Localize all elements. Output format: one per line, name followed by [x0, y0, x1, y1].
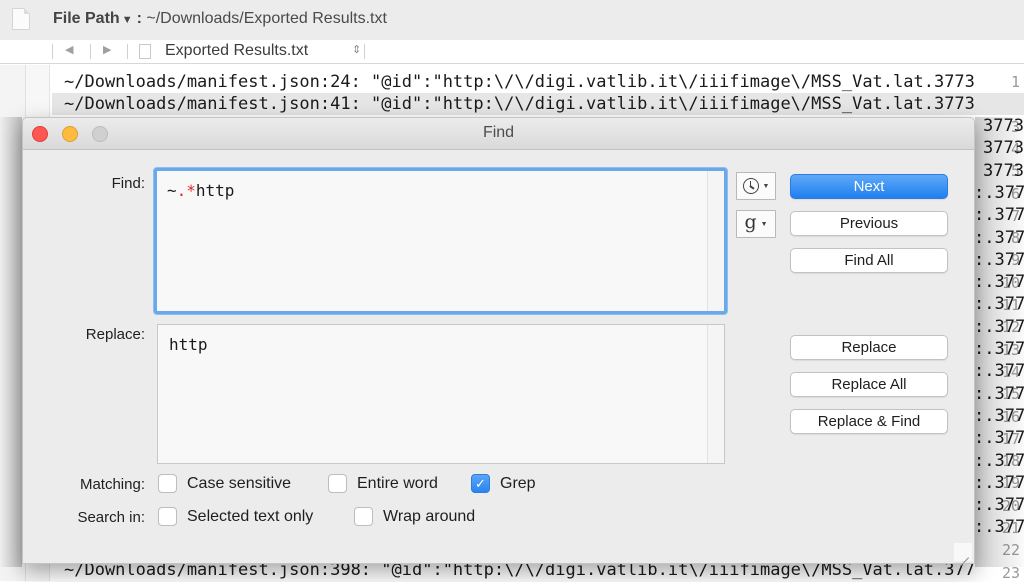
code-line-fragment: :.377 [974, 205, 1024, 226]
file-path-value: ~/Downloads/Exported Results.txt [146, 10, 387, 27]
code-line-fragment: :.377 [974, 495, 1024, 516]
selected-text-only-checkbox[interactable]: Selected text only [158, 507, 313, 526]
navigation-bar: ◀ ▶ Exported Results.txt ⇕ [0, 40, 1024, 64]
code-line-fragment: :.377 [974, 450, 1024, 471]
checkbox-label: Entire word [357, 474, 438, 492]
find-value-metachar: .* [176, 181, 196, 200]
previous-button[interactable]: Previous [790, 211, 948, 236]
find-all-button[interactable]: Find All [790, 248, 948, 273]
file-path-label: File Path [53, 10, 120, 27]
checkbox-label: Wrap around [383, 507, 476, 525]
clock-icon [742, 178, 759, 194]
code-line-fragment: :.377 [974, 339, 1024, 359]
code-line-fragment: 3773 [983, 160, 1024, 181]
line-number: 23 [1001, 563, 1020, 582]
code-line-fragment: :.377 [974, 294, 1024, 315]
code-line[interactable]: ~/Downloads/manifest.json:24: "@id":"htt… [64, 71, 975, 93]
replace-all-button[interactable]: Replace All [790, 372, 948, 397]
chevron-down-icon: ▼ [760, 220, 768, 228]
document-menu[interactable]: Exported Results.txt [165, 42, 308, 60]
replace-value: http [169, 335, 208, 354]
find-value: ~.*http [167, 181, 234, 200]
checkbox-label: Grep [500, 474, 536, 492]
document-icon [12, 8, 30, 30]
divider [52, 44, 53, 59]
grep-checkbox[interactable]: ✓ Grep [471, 474, 536, 493]
replace-field[interactable]: http [157, 324, 725, 464]
case-sensitive-checkbox[interactable]: Case sensitive [158, 474, 291, 493]
dialog-title: Find [482, 124, 515, 141]
file-path-bar: File Path ▼: ~/Downloads/Exported Results… [0, 0, 1024, 40]
code-line-fragment: :.377 [974, 405, 1024, 426]
code-line-fragment: :.377 [974, 316, 1024, 337]
find-field[interactable]: ~.*http [154, 168, 727, 314]
divider [90, 44, 91, 59]
checkbox-label: Selected text only [187, 507, 314, 525]
line-number: 22 [1001, 541, 1020, 560]
grep-pattern-icon: g [744, 211, 757, 233]
code-line-fragment: 3773 [983, 116, 1024, 136]
replace-and-find-button[interactable]: Replace & Find [790, 409, 948, 434]
divider [127, 44, 128, 59]
code-line-fragment: :.377 [974, 249, 1024, 270]
chevron-down-icon[interactable]: ▼ [122, 14, 133, 26]
chevron-down-icon: ▼ [762, 182, 770, 190]
find-label: Find: [111, 175, 145, 192]
checkbox[interactable] [158, 474, 177, 493]
document-icon [139, 44, 151, 59]
code-line-fragment: :.377 [974, 272, 1024, 293]
code-line-fragment: :.377 [974, 361, 1024, 382]
checkmark-icon[interactable]: ✓ [471, 474, 490, 493]
code-line-fragment: 3773 [983, 138, 1024, 159]
checkbox[interactable] [328, 474, 347, 493]
divider [364, 44, 365, 59]
code-line-fragment: :.377 [974, 517, 1024, 538]
replace-label: Replace: [85, 326, 145, 343]
resize-grip-icon[interactable] [954, 543, 972, 561]
scrollbar[interactable] [707, 171, 724, 311]
replace-button[interactable]: Replace [790, 335, 948, 360]
find-dialog: Find Find: ~.*http Replace: http ▼ g ▼ Ne… [22, 117, 975, 564]
code-line-fragment: :.377 [974, 383, 1024, 404]
grep-patterns-button[interactable]: g ▼ [736, 210, 776, 238]
find-value-literal: http [195, 181, 235, 200]
checkbox[interactable] [354, 507, 373, 526]
forward-button[interactable]: ▶ [103, 43, 111, 56]
line-number: 1 [1010, 73, 1020, 91]
scrollbar[interactable] [707, 325, 724, 463]
wrap-around-checkbox[interactable]: Wrap around [354, 507, 475, 526]
checkbox[interactable] [158, 507, 177, 526]
search-history-button[interactable]: ▼ [736, 172, 776, 200]
back-button[interactable]: ◀ [65, 43, 73, 56]
checkbox-label: Case sensitive [187, 474, 292, 492]
search-in-label: Search in: [77, 509, 145, 526]
entire-word-checkbox[interactable]: Entire word [328, 474, 438, 493]
code-line-fragment: :.377 [974, 182, 1024, 203]
code-line-highlighted[interactable]: ~/Downloads/manifest.json:41: "@id":"htt… [52, 93, 1024, 115]
code-line-fragment: :.377 [974, 472, 1024, 493]
next-button[interactable]: Next [790, 174, 948, 199]
code-line-fragment: :.377 [974, 227, 1024, 248]
file-path[interactable]: File Path ▼: ~/Downloads/Exported Results… [53, 10, 387, 28]
path-colon: : [136, 10, 142, 27]
code-line-fragment: :.377 [974, 428, 1024, 449]
updown-arrows-icon[interactable]: ⇕ [352, 43, 361, 56]
dialog-titlebar[interactable]: Find [23, 118, 974, 150]
find-value-literal: ~ [167, 181, 177, 200]
matching-label: Matching: [79, 476, 145, 493]
